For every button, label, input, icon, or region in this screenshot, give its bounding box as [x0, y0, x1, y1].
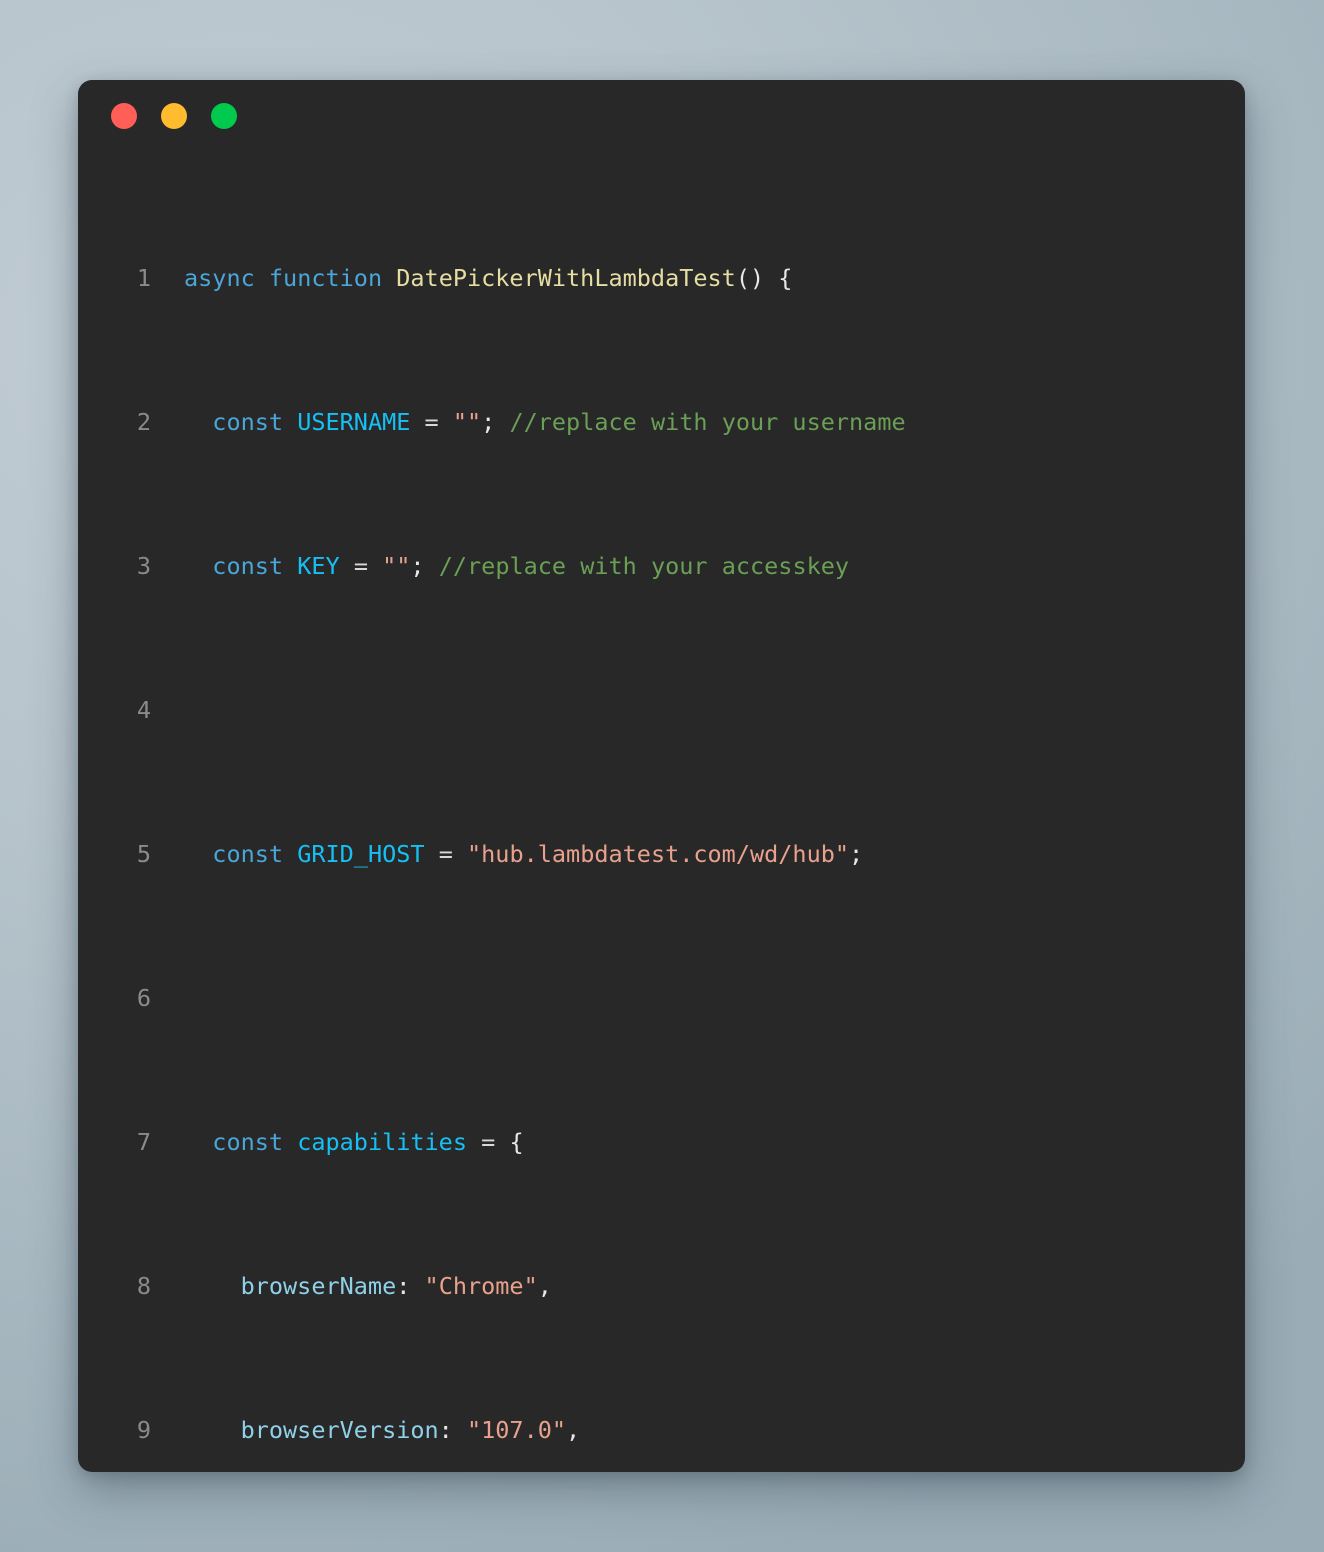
- line-number: 3: [136, 552, 151, 580]
- line-number: 7: [136, 1128, 151, 1156]
- maximize-window-button[interactable]: [211, 103, 237, 129]
- code-line: 7 const capabilities = {: [78, 1124, 1245, 1160]
- line-code: const KEY = ""; //replace with your acce…: [212, 552, 850, 580]
- close-window-button[interactable]: [111, 103, 137, 129]
- desktop-background: 1 async function DatePickerWithLambdaTest…: [0, 0, 1324, 1552]
- line-number: 1: [136, 264, 151, 292]
- code-line: 8 browserName: "Chrome",: [78, 1268, 1245, 1304]
- line-number: 2: [136, 408, 151, 436]
- code-line: 4: [78, 692, 1245, 728]
- minimize-window-button[interactable]: [161, 103, 187, 129]
- code-editor-window: 1 async function DatePickerWithLambdaTest…: [78, 80, 1245, 1472]
- code-line: 3 const KEY = ""; //replace with your ac…: [78, 548, 1245, 584]
- window-titlebar: [78, 80, 1245, 152]
- line-number: 4: [136, 696, 151, 724]
- code-line: 1 async function DatePickerWithLambdaTest…: [78, 260, 1245, 296]
- line-code: const GRID_HOST = "hub.lambdatest.com/wd…: [212, 840, 864, 868]
- code-line: 2 const USERNAME = ""; //replace with yo…: [78, 404, 1245, 440]
- line-code: const USERNAME = ""; //replace with your…: [212, 408, 906, 436]
- line-code: async function DatePickerWithLambdaTest(…: [184, 264, 793, 292]
- code-content[interactable]: 1 async function DatePickerWithLambdaTest…: [78, 152, 1245, 1472]
- line-number: 6: [136, 984, 151, 1012]
- code-line: 9 browserVersion: "107.0",: [78, 1412, 1245, 1448]
- line-code: browserVersion: "107.0",: [240, 1416, 581, 1444]
- line-code: browserName: "Chrome",: [240, 1272, 552, 1300]
- code-line: 6: [78, 980, 1245, 1016]
- line-code: const capabilities = {: [212, 1128, 524, 1156]
- line-number: 9: [136, 1416, 151, 1444]
- line-number: 8: [136, 1272, 151, 1300]
- line-number: 5: [136, 840, 151, 868]
- code-line: 5 const GRID_HOST = "hub.lambdatest.com/…: [78, 836, 1245, 872]
